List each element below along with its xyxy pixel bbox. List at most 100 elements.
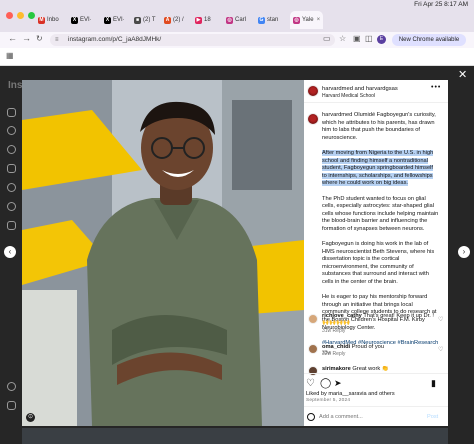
caption-paragraph-4: Fagboyegun is doing his work in the lab … <box>322 241 435 286</box>
comment-user[interactable]: sirimakore <box>322 366 351 372</box>
comment-avatar[interactable] <box>308 314 318 324</box>
post-photo[interactable]: ⊙ <box>22 80 304 426</box>
caption-highlighted: After moving from Nigeria to the U.S. in… <box>322 149 434 187</box>
emoji-icon[interactable] <box>307 413 315 421</box>
comment-like-icon[interactable]: ♡ <box>438 316 443 323</box>
threads-icon[interactable] <box>7 382 16 391</box>
browser-tab[interactable]: X EVI· <box>104 13 125 27</box>
comment-avatar[interactable] <box>308 344 318 354</box>
home-icon[interactable] <box>7 108 16 117</box>
tab-label: EVI· <box>80 17 92 23</box>
reels-icon[interactable] <box>7 164 16 173</box>
bookmarks-bar: ▦ <box>0 48 474 66</box>
comment-meta[interactable]: 32w Reply <box>322 351 442 358</box>
profile-avatar[interactable]: E <box>377 35 386 44</box>
tab-favicon-icon: A <box>164 16 171 24</box>
browser-tab[interactable]: M Inbo <box>38 13 59 27</box>
send-icon[interactable]: ➤ <box>334 378 342 389</box>
url-field[interactable]: ≡ instagram.com/p/C_jaA8dJMHk/ <box>50 34 335 46</box>
tab-favicon-icon: ▶ <box>195 16 202 24</box>
liked-by-text[interactable]: Liked by maria__saravia and others <box>306 391 395 397</box>
messages-icon[interactable] <box>7 183 16 192</box>
close-window-button[interactable] <box>6 12 13 19</box>
tab-favicon-icon: ■ <box>134 16 141 24</box>
previous-post-button[interactable]: ‹ <box>4 246 16 258</box>
post-comment-button[interactable]: Post <box>427 414 438 420</box>
tab-favicon-icon: X <box>104 16 111 24</box>
comment-text: Great work 👏 <box>352 366 389 372</box>
tab-label: Yale <box>302 17 314 23</box>
browser-tab[interactable]: X EVI· <box>71 13 92 27</box>
cast-icon[interactable]: ▭ <box>323 34 331 43</box>
reload-icon[interactable]: ↻ <box>36 34 43 43</box>
window-controls <box>6 12 35 19</box>
browser-tab[interactable]: ▶ 18 <box>195 13 211 27</box>
browser-tab[interactable]: ■ (2) T <box>134 13 156 27</box>
browser-tab[interactable]: Gstan <box>258 13 278 27</box>
forward-icon[interactable]: → <box>22 33 31 43</box>
tagged-user-badge[interactable]: ⊙ <box>26 413 35 422</box>
post-author-names[interactable]: harvardmed and harvardgsas <box>322 86 398 92</box>
post-author-subtitle: Harvard Medical School <box>322 93 376 99</box>
tab-favicon-icon: M <box>38 16 45 24</box>
browser-tab[interactable]: A (2) / <box>164 13 184 27</box>
portrait-illustration <box>22 80 304 426</box>
sidepanel-icon[interactable]: ◫ <box>365 34 373 43</box>
tab-favicon-icon: X <box>71 16 78 24</box>
browser-tab[interactable]: ◎ Yale × <box>290 11 324 29</box>
minimize-window-button[interactable] <box>17 12 24 19</box>
browser-tab-bar: M Inbo X EVI· X EVI· ■ (2) T A (2) / ▶ 18 ◎ Carl Gsta… <box>0 0 474 32</box>
tab-label: Carl <box>235 17 247 23</box>
add-comment-input[interactable]: Add a comment... <box>319 414 363 420</box>
comment-user[interactable]: oma_chidi <box>322 344 350 350</box>
divider <box>304 373 448 374</box>
close-icon[interactable]: ✕ <box>458 68 467 81</box>
notifications-icon[interactable] <box>7 202 16 211</box>
caption-paragraph-3: The PhD student wanted to focus on glial… <box>322 195 439 232</box>
new-chrome-button[interactable]: New Chrome available <box>392 34 466 46</box>
caption-intro: harvardmed Olumidé Fagboyegun's curiosit… <box>322 112 436 141</box>
post-date: September 5, 2024 <box>306 398 351 403</box>
browser-tab[interactable]: ◎ Carl <box>226 13 246 27</box>
more-menu-icon[interactable] <box>7 401 16 410</box>
comment-like-icon[interactable]: ♡ <box>438 346 443 353</box>
url-text: instagram.com/p/C_jaA8dJMHk/ <box>68 36 162 43</box>
maximize-window-button[interactable] <box>28 12 35 19</box>
tab-favicon-icon: ◎ <box>293 16 300 24</box>
explore-icon[interactable] <box>7 145 16 154</box>
more-options-icon[interactable]: ••• <box>431 84 441 91</box>
tab-label: 18 <box>204 17 211 23</box>
like-icon[interactable]: ♡ <box>306 378 315 389</box>
divider <box>304 406 448 407</box>
site-info-icon[interactable]: ≡ <box>55 34 59 46</box>
caption-avatar[interactable] <box>307 113 319 125</box>
comment-icon[interactable]: ◯ <box>320 378 331 389</box>
tab-label: (2) / <box>173 17 184 23</box>
comment-item: sirimakore Great work 👏 <box>322 366 442 372</box>
tab-label: (2) T <box>143 17 156 23</box>
apps-grid-icon[interactable]: ▦ <box>6 51 14 60</box>
back-icon[interactable]: ← <box>8 33 17 43</box>
comment-text: Proud of you <box>351 344 384 350</box>
comment-item: richlove_cathy That's great! Keep it up … <box>322 313 442 335</box>
tab-label: EVI· <box>113 17 125 23</box>
tab-label: stan <box>267 17 279 23</box>
tab-favicon-icon: ◎ <box>226 16 233 24</box>
tab-label: Inbo <box>47 17 59 23</box>
system-clock: Fri Apr 25 8:17 AM <box>414 1 468 8</box>
close-tab-icon[interactable]: × <box>317 17 321 23</box>
divider <box>304 102 448 103</box>
bookmark-icon[interactable]: ▮ <box>431 378 436 389</box>
next-post-button[interactable]: › <box>458 246 470 258</box>
comment-meta[interactable]: 31w Reply <box>322 328 442 335</box>
comment-avatar[interactable] <box>308 366 318 376</box>
comment-user[interactable]: richlove_cathy <box>322 313 362 319</box>
background-feed-strip <box>22 428 448 444</box>
tab-favicon-icon: G <box>258 16 265 24</box>
author-avatar[interactable] <box>307 85 319 97</box>
comment-item: oma_chidi Proud of you 32w Reply <box>322 344 442 359</box>
bookmark-star-icon[interactable]: ☆ <box>339 34 346 43</box>
extensions-icon[interactable]: ▣ <box>353 34 361 43</box>
search-icon[interactable] <box>7 126 16 135</box>
create-icon[interactable] <box>7 221 16 230</box>
